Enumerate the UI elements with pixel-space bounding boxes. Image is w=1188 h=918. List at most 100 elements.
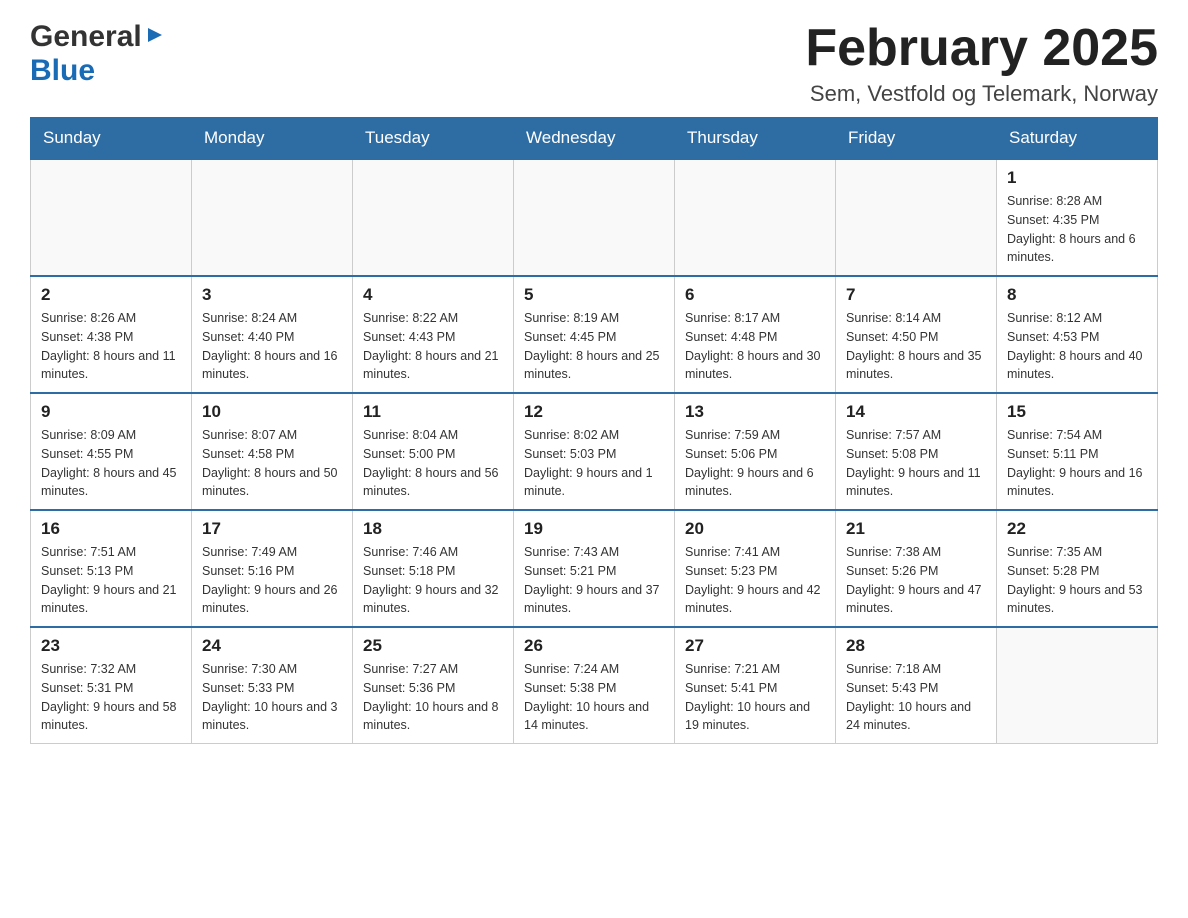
calendar-day: 25 Sunrise: 7:27 AM Sunset: 5:36 PM Dayli… (353, 627, 514, 744)
day-info: Sunrise: 7:41 AM Sunset: 5:23 PM Dayligh… (685, 543, 825, 618)
day-info: Sunrise: 8:07 AM Sunset: 4:58 PM Dayligh… (202, 426, 342, 501)
calendar-day: 15Sunrise: 7:54 AM Sunset: 5:11 PM Dayli… (997, 393, 1158, 510)
day-info: Sunrise: 7:35 AM Sunset: 5:28 PM Dayligh… (1007, 543, 1147, 618)
day-info: Sunrise: 7:21 AM Sunset: 5:41 PM Dayligh… (685, 660, 825, 735)
day-number: 18 (363, 519, 503, 539)
day-number: 4 (363, 285, 503, 305)
day-info: Sunrise: 8:17 AM Sunset: 4:48 PM Dayligh… (685, 309, 825, 384)
calendar-subtitle: Sem, Vestfold og Telemark, Norway (805, 81, 1158, 107)
calendar-day (675, 159, 836, 276)
day-number: 8 (1007, 285, 1147, 305)
calendar-day: 12 Sunrise: 8:02 AM Sunset: 5:03 PM Dayli… (514, 393, 675, 510)
day-number: 3 (202, 285, 342, 305)
day-number: 22 (1007, 519, 1147, 539)
day-header-tuesday: Tuesday (353, 118, 514, 160)
day-number: 20 (685, 519, 825, 539)
calendar-day: 28 Sunrise: 7:18 AM Sunset: 5:43 PM Dayli… (836, 627, 997, 744)
day-info: Sunrise: 7:24 AM Sunset: 5:38 PM Dayligh… (524, 660, 664, 735)
logo-arrow-icon (144, 24, 166, 51)
calendar-day: 3 Sunrise: 8:24 AM Sunset: 4:40 PM Daylig… (192, 276, 353, 393)
day-info: Sunrise: 7:57 AM Sunset: 5:08 PM Dayligh… (846, 426, 986, 501)
calendar-day: 2 Sunrise: 8:26 AM Sunset: 4:38 PM Daylig… (31, 276, 192, 393)
title-block: February 2025 Sem, Vestfold og Telemark,… (805, 20, 1158, 107)
logo-blue-text: Blue (30, 54, 95, 88)
day-number: 23 (41, 636, 181, 656)
day-info: Sunrise: 8:22 AM Sunset: 4:43 PM Dayligh… (363, 309, 503, 384)
calendar-day (836, 159, 997, 276)
day-number: 2 (41, 285, 181, 305)
calendar-day: 16 Sunrise: 7:51 AM Sunset: 5:13 PM Dayli… (31, 510, 192, 627)
day-number: 7 (846, 285, 986, 305)
day-info: Sunrise: 7:27 AM Sunset: 5:36 PM Dayligh… (363, 660, 503, 735)
day-header-sunday: Sunday (31, 118, 192, 160)
calendar-day: 26 Sunrise: 7:24 AM Sunset: 5:38 PM Dayli… (514, 627, 675, 744)
calendar-day: 5Sunrise: 8:19 AM Sunset: 4:45 PM Daylig… (514, 276, 675, 393)
calendar-day: 6 Sunrise: 8:17 AM Sunset: 4:48 PM Daylig… (675, 276, 836, 393)
calendar-day: 17Sunrise: 7:49 AM Sunset: 5:16 PM Dayli… (192, 510, 353, 627)
day-header-saturday: Saturday (997, 118, 1158, 160)
day-number: 26 (524, 636, 664, 656)
day-header-wednesday: Wednesday (514, 118, 675, 160)
day-header-thursday: Thursday (675, 118, 836, 160)
calendar-day: 21 Sunrise: 7:38 AM Sunset: 5:26 PM Dayli… (836, 510, 997, 627)
page-header: General Blue February 2025 Sem, Vestfold… (30, 20, 1158, 107)
day-info: Sunrise: 8:02 AM Sunset: 5:03 PM Dayligh… (524, 426, 664, 501)
day-number: 16 (41, 519, 181, 539)
calendar-day: 22 Sunrise: 7:35 AM Sunset: 5:28 PM Dayli… (997, 510, 1158, 627)
calendar-header-row: SundayMondayTuesdayWednesdayThursdayFrid… (31, 118, 1158, 160)
day-number: 19 (524, 519, 664, 539)
day-number: 6 (685, 285, 825, 305)
week-row-5: 23 Sunrise: 7:32 AM Sunset: 5:31 PM Dayli… (31, 627, 1158, 744)
day-info: Sunrise: 8:19 AM Sunset: 4:45 PM Dayligh… (524, 309, 664, 384)
calendar-day (997, 627, 1158, 744)
day-number: 14 (846, 402, 986, 422)
day-info: Sunrise: 7:18 AM Sunset: 5:43 PM Dayligh… (846, 660, 986, 735)
day-number: 28 (846, 636, 986, 656)
day-number: 21 (846, 519, 986, 539)
calendar-day (192, 159, 353, 276)
day-number: 17 (202, 519, 342, 539)
day-info: Sunrise: 7:54 AM Sunset: 5:11 PM Dayligh… (1007, 426, 1147, 501)
day-number: 25 (363, 636, 503, 656)
week-row-2: 2 Sunrise: 8:26 AM Sunset: 4:38 PM Daylig… (31, 276, 1158, 393)
day-number: 9 (41, 402, 181, 422)
calendar-table: SundayMondayTuesdayWednesdayThursdayFrid… (30, 117, 1158, 744)
day-number: 12 (524, 402, 664, 422)
day-info: Sunrise: 8:14 AM Sunset: 4:50 PM Dayligh… (846, 309, 986, 384)
calendar-day: 10 Sunrise: 8:07 AM Sunset: 4:58 PM Dayli… (192, 393, 353, 510)
calendar-day (514, 159, 675, 276)
calendar-day: 19Sunrise: 7:43 AM Sunset: 5:21 PM Dayli… (514, 510, 675, 627)
calendar-day: 18 Sunrise: 7:46 AM Sunset: 5:18 PM Dayli… (353, 510, 514, 627)
day-info: Sunrise: 8:24 AM Sunset: 4:40 PM Dayligh… (202, 309, 342, 384)
calendar-day (353, 159, 514, 276)
day-number: 1 (1007, 168, 1147, 188)
calendar-title: February 2025 (805, 20, 1158, 77)
day-info: Sunrise: 7:38 AM Sunset: 5:26 PM Dayligh… (846, 543, 986, 618)
calendar-day: 11Sunrise: 8:04 AM Sunset: 5:00 PM Dayli… (353, 393, 514, 510)
day-number: 10 (202, 402, 342, 422)
calendar-day: 27 Sunrise: 7:21 AM Sunset: 5:41 PM Dayli… (675, 627, 836, 744)
day-info: Sunrise: 8:04 AM Sunset: 5:00 PM Dayligh… (363, 426, 503, 501)
calendar-day: 7 Sunrise: 8:14 AM Sunset: 4:50 PM Daylig… (836, 276, 997, 393)
week-row-4: 16 Sunrise: 7:51 AM Sunset: 5:13 PM Dayli… (31, 510, 1158, 627)
day-info: Sunrise: 8:26 AM Sunset: 4:38 PM Dayligh… (41, 309, 181, 384)
logo: General Blue (30, 20, 166, 88)
calendar-day: 13 Sunrise: 7:59 AM Sunset: 5:06 PM Dayli… (675, 393, 836, 510)
calendar-day: 23 Sunrise: 7:32 AM Sunset: 5:31 PM Dayli… (31, 627, 192, 744)
calendar-day: 1Sunrise: 8:28 AM Sunset: 4:35 PM Daylig… (997, 159, 1158, 276)
calendar-day: 14 Sunrise: 7:57 AM Sunset: 5:08 PM Dayli… (836, 393, 997, 510)
calendar-day: 4 Sunrise: 8:22 AM Sunset: 4:43 PM Daylig… (353, 276, 514, 393)
calendar-day (31, 159, 192, 276)
day-header-friday: Friday (836, 118, 997, 160)
calendar-day: 20 Sunrise: 7:41 AM Sunset: 5:23 PM Dayli… (675, 510, 836, 627)
day-number: 27 (685, 636, 825, 656)
day-info: Sunrise: 7:32 AM Sunset: 5:31 PM Dayligh… (41, 660, 181, 735)
day-header-monday: Monday (192, 118, 353, 160)
logo-general-text: General (30, 20, 142, 54)
day-info: Sunrise: 7:59 AM Sunset: 5:06 PM Dayligh… (685, 426, 825, 501)
day-info: Sunrise: 8:09 AM Sunset: 4:55 PM Dayligh… (41, 426, 181, 501)
day-info: Sunrise: 7:51 AM Sunset: 5:13 PM Dayligh… (41, 543, 181, 618)
calendar-day: 9 Sunrise: 8:09 AM Sunset: 4:55 PM Daylig… (31, 393, 192, 510)
day-number: 13 (685, 402, 825, 422)
day-info: Sunrise: 7:46 AM Sunset: 5:18 PM Dayligh… (363, 543, 503, 618)
